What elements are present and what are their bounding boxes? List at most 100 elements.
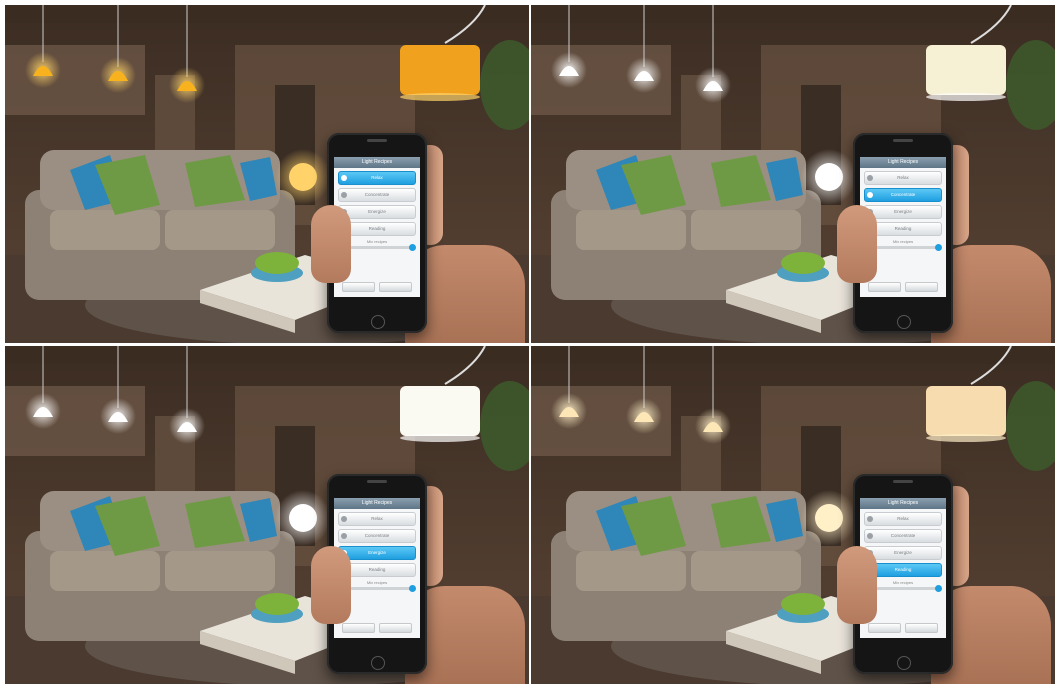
screen-controls xyxy=(868,623,938,633)
recipe-icon xyxy=(867,516,873,522)
lamp-glow xyxy=(400,434,480,442)
slider-knob[interactable] xyxy=(409,585,416,592)
apples xyxy=(781,252,825,274)
screen-title: Light Recipes xyxy=(860,498,946,509)
brightness-slider[interactable] xyxy=(340,585,416,592)
sofa-seat-left xyxy=(576,210,686,250)
screen-controls xyxy=(342,282,412,292)
screen-title: Light Recipes xyxy=(860,157,946,168)
screen-controls xyxy=(342,623,412,633)
recipe-icon xyxy=(341,533,347,539)
recipe-label: Reading xyxy=(368,567,386,572)
hand-thumb xyxy=(837,546,877,624)
brightness-slider[interactable] xyxy=(340,244,416,251)
apples xyxy=(255,593,299,615)
recipe-label: Relax xyxy=(371,516,383,521)
apples xyxy=(781,593,825,615)
slider-knob[interactable] xyxy=(409,244,416,251)
recipe-label: Concentrate xyxy=(364,192,390,197)
sofa-seat-right xyxy=(165,210,275,250)
brightness-slider[interactable] xyxy=(866,244,942,251)
hand-thumb xyxy=(311,546,351,624)
recipe-label: Relax xyxy=(371,175,383,180)
phone-speaker xyxy=(367,139,387,142)
sofa-seat-left xyxy=(50,210,160,250)
phone-speaker xyxy=(367,480,387,483)
recipe-label: Reading xyxy=(368,226,386,231)
control-button-right[interactable] xyxy=(905,623,938,633)
recipe-label: Energize xyxy=(894,550,912,555)
lamp-glow xyxy=(926,434,1006,442)
orb-lamp xyxy=(815,163,843,191)
recipe-label: Concentrate xyxy=(364,533,390,538)
orb-lamp xyxy=(815,504,843,532)
floor-lamp-shade xyxy=(926,386,1006,436)
sofa-seat-left xyxy=(50,551,160,591)
recipe-button-concentrate[interactable]: Concentrate xyxy=(864,529,942,543)
phone-home-button[interactable] xyxy=(897,315,911,329)
recipe-button-relax[interactable]: Relax xyxy=(338,171,416,185)
recipe-label: Energize xyxy=(894,209,912,214)
recipe-label: Concentrate xyxy=(890,533,916,538)
recipe-label: Relax xyxy=(897,516,909,521)
recipe-label: Reading xyxy=(894,567,912,572)
phone-speaker xyxy=(893,139,913,142)
recipe-button-relax[interactable]: Relax xyxy=(864,512,942,526)
phone-speaker xyxy=(893,480,913,483)
floor-lamp-shade xyxy=(400,45,480,95)
screen-title: Light Recipes xyxy=(334,498,420,509)
recipe-button-relax[interactable]: Relax xyxy=(338,512,416,526)
floor-lamp-shade xyxy=(926,45,1006,95)
orb-lamp xyxy=(289,163,317,191)
recipe-icon xyxy=(867,533,873,539)
recipe-button-relax[interactable]: Relax xyxy=(864,171,942,185)
control-button-left[interactable] xyxy=(342,623,375,633)
panel-reading: Light Recipes Relax Concentrate Energize Rea… xyxy=(531,346,1055,684)
panel-concentrate: Light Recipes Relax Concentrate Energize Rea… xyxy=(531,5,1055,343)
lamp-glow xyxy=(400,93,480,101)
control-button-right[interactable] xyxy=(905,282,938,292)
control-button-right[interactable] xyxy=(379,623,412,633)
floor-lamp-shade xyxy=(400,386,480,436)
sofa-seat-right xyxy=(165,551,275,591)
recipe-button-concentrate[interactable]: Concentrate xyxy=(864,188,942,202)
recipe-icon xyxy=(341,516,347,522)
sofa-seat-right xyxy=(691,210,801,250)
control-button-left[interactable] xyxy=(868,623,901,633)
screen-controls xyxy=(868,282,938,292)
ceiling xyxy=(5,346,529,364)
panel-energize: Light Recipes Relax Concentrate Energize Rea… xyxy=(5,346,529,684)
slider-knob[interactable] xyxy=(935,585,942,592)
control-button-right[interactable] xyxy=(379,282,412,292)
control-button-left[interactable] xyxy=(342,282,375,292)
recipe-label: Energize xyxy=(368,550,386,555)
phone-home-button[interactable] xyxy=(897,656,911,670)
hand-thumb xyxy=(837,205,877,283)
ceiling xyxy=(531,5,1055,23)
recipe-label: Relax xyxy=(897,175,909,180)
ceiling xyxy=(531,346,1055,364)
recipe-icon xyxy=(341,175,347,181)
sofa-seat-right xyxy=(691,551,801,591)
recipe-label: Reading xyxy=(894,226,912,231)
apples xyxy=(255,252,299,274)
recipe-icon xyxy=(867,192,873,198)
phone-home-button[interactable] xyxy=(371,656,385,670)
brightness-slider[interactable] xyxy=(866,585,942,592)
screen-title: Light Recipes xyxy=(334,157,420,168)
recipe-label: Energize xyxy=(368,209,386,214)
phone-home-button[interactable] xyxy=(371,315,385,329)
sofa-seat-left xyxy=(576,551,686,591)
panel-relax: Light Recipes Relax Concentrate Energize Rea… xyxy=(5,5,529,343)
control-button-left[interactable] xyxy=(868,282,901,292)
ceiling xyxy=(5,5,529,23)
recipe-button-concentrate[interactable]: Concentrate xyxy=(338,529,416,543)
recipe-icon xyxy=(341,192,347,198)
photo-collage: Light Recipes Relax Concentrate Energize Rea… xyxy=(5,5,1055,684)
recipe-icon xyxy=(867,175,873,181)
recipe-label: Concentrate xyxy=(890,192,916,197)
hand-thumb xyxy=(311,205,351,283)
recipe-button-concentrate[interactable]: Concentrate xyxy=(338,188,416,202)
slider-knob[interactable] xyxy=(935,244,942,251)
lamp-glow xyxy=(926,93,1006,101)
